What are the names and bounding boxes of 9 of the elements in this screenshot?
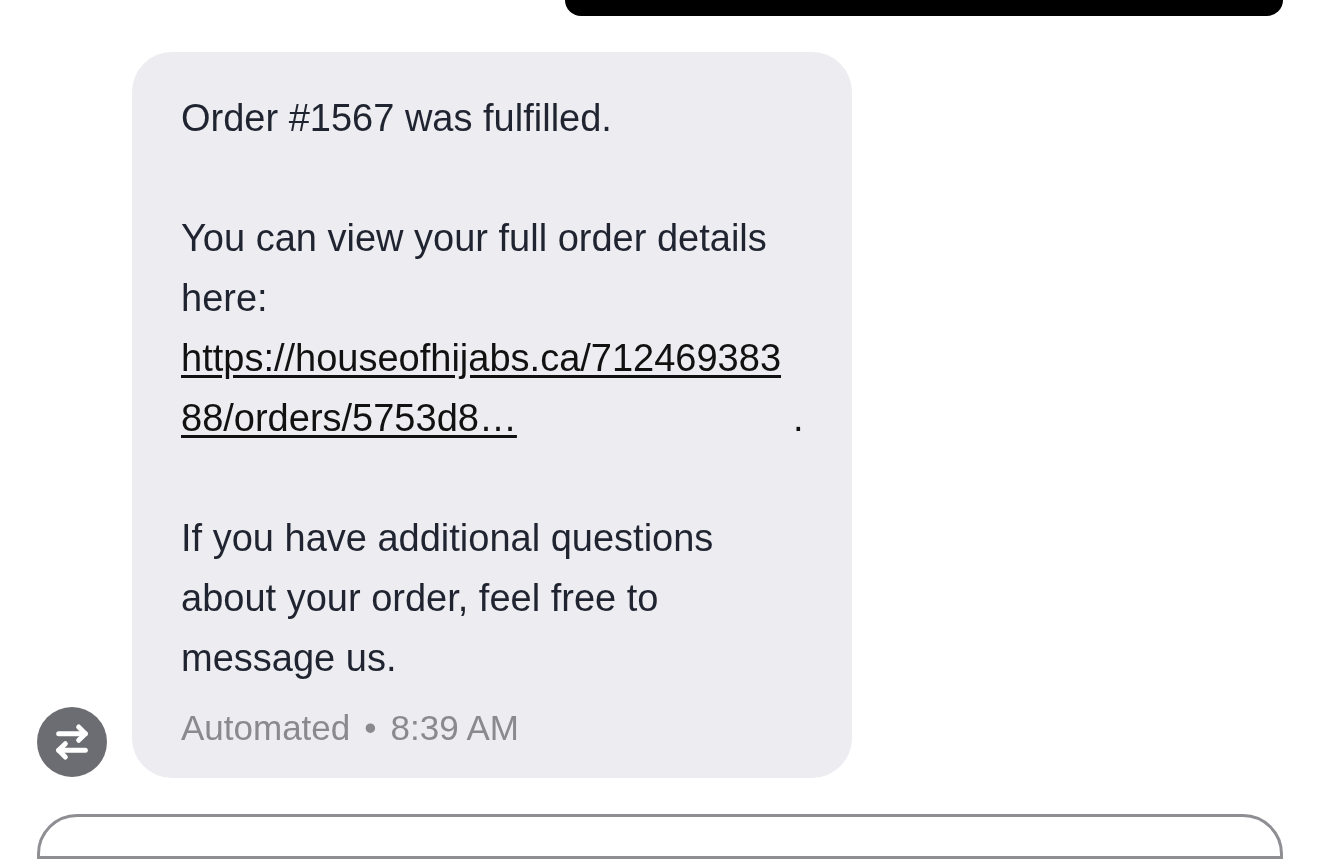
message-text: If you have additional questions about your order, feel free to message us. xyxy=(181,516,715,682)
message-text: Order #1567 was fulfilled. xyxy=(181,96,613,142)
automated-label: Automated xyxy=(181,708,351,749)
message-time: 8:39 AM xyxy=(390,708,519,749)
message-input-field[interactable] xyxy=(37,814,1283,859)
link-period: . xyxy=(793,397,804,440)
message-text: You can view your full order details here: xyxy=(181,216,768,322)
separator-dot: • xyxy=(364,708,377,749)
order-link[interactable]: https://houseofhijabs.ca/71246938388/orders/5753d8… xyxy=(181,328,793,449)
